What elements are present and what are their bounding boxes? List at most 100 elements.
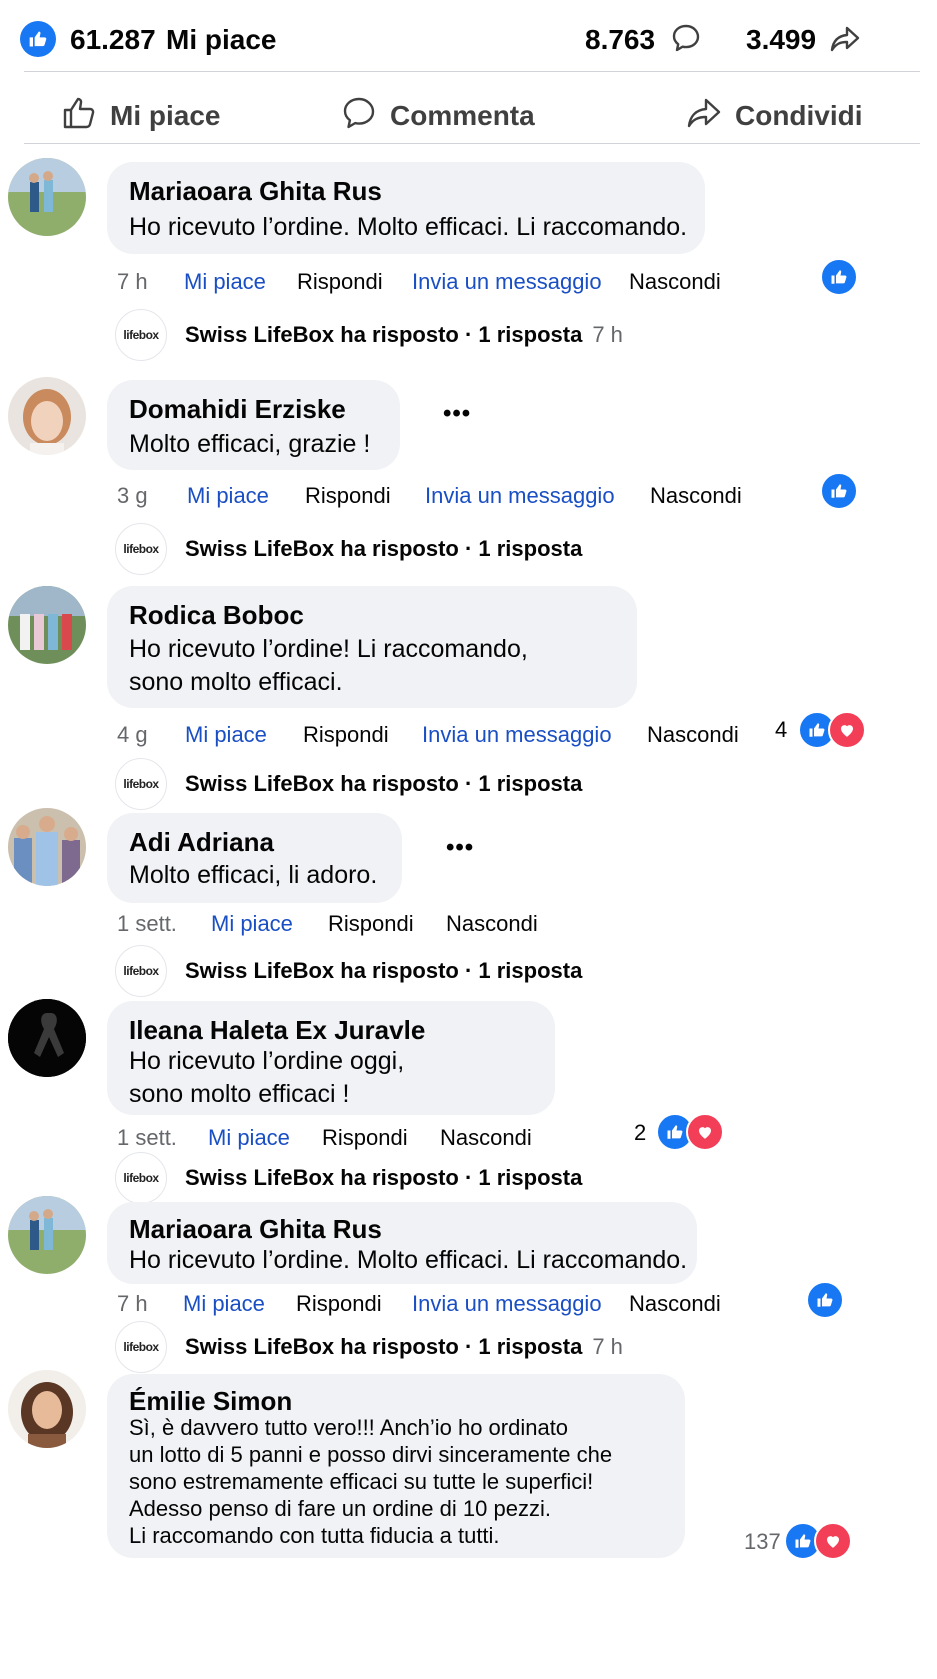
reply-link[interactable]: Rispondi	[322, 1125, 408, 1151]
likes-label[interactable]: Mi piace	[166, 24, 276, 56]
like-link[interactable]: Mi piace	[208, 1125, 290, 1151]
like-button-label: Mi piace	[110, 100, 221, 131]
replies-summary[interactable]: lifebox Swiss LifeBox ha risposto · 1 ri…	[115, 758, 583, 810]
like-reaction-icon[interactable]	[820, 472, 858, 510]
hide-link[interactable]: Nascondi	[629, 1291, 721, 1317]
heart-reaction-icon[interactable]	[828, 711, 866, 749]
share-button[interactable]: Condividi	[685, 92, 863, 140]
comment-time[interactable]: 1 sett.	[117, 911, 177, 937]
avatar[interactable]	[8, 377, 86, 455]
replies-summary[interactable]: lifebox Swiss LifeBox ha risposto · 1 ri…	[115, 309, 623, 361]
lifebox-logo: lifebox	[115, 309, 167, 361]
comment-text: Ho ricevuto l’ordine. Molto efficaci. Li…	[129, 1246, 688, 1274]
reaction-count[interactable]: 137	[744, 1529, 781, 1555]
avatar[interactable]	[8, 1196, 86, 1274]
reply-summary-text: Swiss LifeBox ha risposto · 1 risposta	[185, 322, 583, 347]
replies-summary[interactable]: lifebox Swiss LifeBox ha risposto · 1 ri…	[115, 1321, 623, 1373]
like-reaction-icon[interactable]	[20, 21, 56, 57]
hide-link[interactable]: Nascondi	[647, 722, 739, 748]
comment-time[interactable]: 7 h	[117, 269, 148, 295]
send-message-link[interactable]: Invia un messaggio	[422, 722, 612, 748]
reaction-count[interactable]: 4	[775, 717, 787, 743]
avatar[interactable]	[8, 1370, 86, 1448]
comment-button[interactable]: Commenta	[340, 92, 535, 140]
divider	[24, 71, 920, 72]
comment-time[interactable]: 1 sett.	[117, 1125, 177, 1151]
comments-count[interactable]: 8.763	[585, 24, 655, 56]
reply-summary-text: Swiss LifeBox ha risposto · 1 risposta	[185, 1165, 583, 1190]
send-message-link[interactable]: Invia un messaggio	[412, 1291, 602, 1317]
reply-link[interactable]: Rispondi	[297, 269, 383, 295]
comment-text: Sì, è davvero tutto vero!!! Anch’io ho o…	[129, 1415, 613, 1548]
comment-bubble: Domahidi Erziske Molto efficaci, grazie …	[107, 380, 400, 470]
comment-text: Ho ricevuto l’ordine. Molto efficaci. Li…	[129, 213, 688, 241]
reply-summary-text: Swiss LifeBox ha risposto · 1 risposta	[185, 771, 583, 796]
comment-author[interactable]: Mariaoara Ghita Rus	[129, 1214, 382, 1245]
like-link[interactable]: Mi piace	[187, 483, 269, 509]
more-options-icon[interactable]: •••	[446, 834, 474, 862]
comment-time[interactable]: 7 h	[117, 1291, 148, 1317]
comment-bubble: Ileana Haleta Ex Juravle Ho ricevuto l’o…	[107, 1001, 555, 1115]
share-count-icon	[828, 22, 862, 61]
comment-time[interactable]: 3 g	[117, 483, 148, 509]
avatar[interactable]	[8, 158, 86, 236]
comment-author[interactable]: Ileana Haleta Ex Juravle	[129, 1015, 425, 1046]
likes-count[interactable]: 61.287	[70, 24, 156, 56]
reaction-stats-bar: 61.287 Mi piace 8.763 3.499	[0, 0, 937, 82]
comment-author[interactable]: Adi Adriana	[129, 827, 274, 858]
like-link[interactable]: Mi piace	[211, 911, 293, 937]
comment-author[interactable]: Rodica Boboc	[129, 600, 304, 631]
more-options-icon[interactable]: •••	[443, 400, 471, 428]
replies-summary[interactable]: lifebox Swiss LifeBox ha risposto · 1 ri…	[115, 523, 583, 575]
like-link[interactable]: Mi piace	[185, 722, 267, 748]
avatar[interactable]	[8, 586, 86, 664]
hide-link[interactable]: Nascondi	[446, 911, 538, 937]
comment-bubble: Émilie Simon Sì, è davvero tutto vero!!!…	[107, 1374, 685, 1558]
reply-time: 7 h	[592, 322, 623, 347]
reply-summary-text: Swiss LifeBox ha risposto · 1 risposta	[185, 1334, 583, 1359]
reply-summary-text: Swiss LifeBox ha risposto · 1 risposta	[185, 536, 583, 561]
reply-link[interactable]: Rispondi	[303, 722, 389, 748]
reply-summary-text: Swiss LifeBox ha risposto · 1 risposta	[185, 958, 583, 983]
comment-author[interactable]: Émilie Simon	[129, 1386, 292, 1417]
comment-bubble: Rodica Boboc Ho ricevuto l’ordine! Li ra…	[107, 586, 637, 708]
reply-link[interactable]: Rispondi	[305, 483, 391, 509]
divider	[24, 143, 920, 144]
comment-bubble: Mariaoara Ghita Rus Ho ricevuto l’ordine…	[107, 1202, 697, 1284]
replies-summary[interactable]: lifebox Swiss LifeBox ha risposto · 1 ri…	[115, 945, 583, 997]
lifebox-logo: lifebox	[115, 758, 167, 810]
send-message-link[interactable]: Invia un messaggio	[425, 483, 615, 509]
lifebox-logo: lifebox	[115, 1321, 167, 1373]
comment-text: Ho ricevuto l’ordine! Li raccomando, son…	[129, 635, 528, 696]
thumbs-up-icon	[60, 94, 98, 139]
comment-author[interactable]: Mariaoara Ghita Rus	[129, 176, 382, 207]
send-message-link[interactable]: Invia un messaggio	[412, 269, 602, 295]
reply-link[interactable]: Rispondi	[296, 1291, 382, 1317]
lifebox-logo: lifebox	[115, 945, 167, 997]
hide-link[interactable]: Nascondi	[440, 1125, 532, 1151]
avatar[interactable]	[8, 999, 86, 1077]
shares-count[interactable]: 3.499	[746, 24, 816, 56]
like-link[interactable]: Mi piace	[183, 1291, 265, 1317]
comment-count-icon	[670, 22, 702, 59]
comment-text: Ho ricevuto l’ordine oggi, sono molto ef…	[129, 1047, 405, 1108]
reply-time: 7 h	[592, 1334, 623, 1359]
heart-reaction-icon[interactable]	[814, 1522, 852, 1560]
reply-link[interactable]: Rispondi	[328, 911, 414, 937]
like-reaction-icon[interactable]	[820, 258, 858, 296]
replies-summary[interactable]: lifebox Swiss LifeBox ha risposto · 1 ri…	[115, 1152, 583, 1204]
comment-text: Molto efficaci, li adoro.	[129, 861, 378, 889]
like-button[interactable]: Mi piace	[60, 92, 220, 140]
heart-reaction-icon[interactable]	[686, 1113, 724, 1151]
comment-text: Molto efficaci, grazie !	[129, 430, 371, 458]
comment-author[interactable]: Domahidi Erziske	[129, 394, 346, 425]
hide-link[interactable]: Nascondi	[650, 483, 742, 509]
share-arrow-icon	[685, 94, 723, 139]
comment-button-label: Commenta	[390, 100, 535, 131]
reaction-count[interactable]: 2	[634, 1120, 646, 1146]
hide-link[interactable]: Nascondi	[629, 269, 721, 295]
like-reaction-icon[interactable]	[806, 1281, 844, 1319]
avatar[interactable]	[8, 808, 86, 886]
comment-time[interactable]: 4 g	[117, 722, 148, 748]
like-link[interactable]: Mi piace	[184, 269, 266, 295]
